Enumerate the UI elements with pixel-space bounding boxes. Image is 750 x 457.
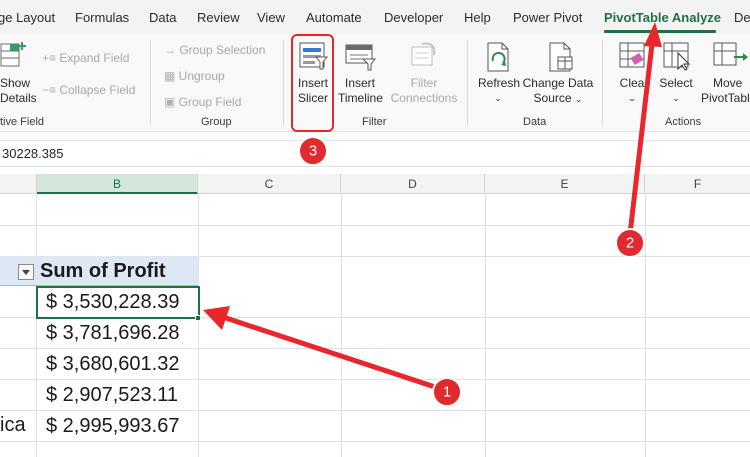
ribbon-separator (283, 40, 284, 126)
expand-field-button[interactable]: +≡ Expand Field (42, 51, 129, 65)
group-label-group: Group (201, 116, 232, 128)
chevron-down-icon: ⌄ (628, 93, 636, 103)
worksheet-grid[interactable]: B C D E F Sum of Profit $ 3,530,228.39 $… (0, 174, 750, 457)
tab-design[interactable]: De (734, 10, 750, 25)
active-cell-border (36, 286, 200, 319)
move-pivottable-icon[interactable] (712, 41, 750, 71)
arrow-right-icon: → (164, 43, 180, 57)
column-header-e[interactable]: E (485, 174, 645, 194)
move-pivottable-button[interactable]: Move PivotTabl (701, 76, 750, 106)
ribbon-separator (602, 40, 603, 126)
gridline (485, 194, 486, 457)
group-field-icon: ▣ (164, 95, 179, 109)
pivot-row-label[interactable]: ica (0, 410, 26, 441)
clear-button[interactable]: Clea ⌄ (616, 76, 648, 106)
select-button[interactable]: Select ⌄ (657, 76, 695, 106)
column-headers: B C D E F (0, 174, 750, 194)
formula-bar-value[interactable]: 30228.385 (2, 146, 63, 161)
gridline (341, 194, 342, 457)
tab-pivottable-analyze[interactable]: PivotTable Analyze (604, 10, 721, 25)
insert-timeline-button[interactable]: Insert Timeline (338, 76, 383, 106)
pivot-value-cell[interactable]: $ 2,907,523.11 (37, 380, 198, 411)
ribbon-panel: Show Details +≡ Expand Field −≡ Collapse… (0, 34, 750, 132)
gridline (645, 194, 646, 457)
pivot-value-cell[interactable]: $ 2,995,993.67 (37, 411, 198, 442)
fill-handle[interactable] (195, 315, 201, 321)
tab-help[interactable]: Help (464, 10, 491, 25)
change-data-source-icon[interactable] (546, 41, 576, 73)
gridline (198, 194, 199, 457)
filter-connections-button[interactable]: Filter Connections (390, 76, 458, 106)
column-header-c[interactable]: C (198, 174, 341, 194)
show-details-icon[interactable] (0, 40, 28, 72)
collapse-field-button[interactable]: −≡ Collapse Field (42, 83, 135, 97)
group-selection-button[interactable]: → Group Selection (164, 43, 265, 57)
tab-view[interactable]: View (257, 10, 285, 25)
filter-connections-icon[interactable] (408, 41, 440, 71)
formula-bar[interactable]: 30228.385 (0, 140, 750, 167)
select-icon[interactable] (662, 41, 692, 71)
tab-developer[interactable]: Developer (384, 10, 443, 25)
tab-data[interactable]: Data (149, 10, 176, 25)
column-header-f[interactable]: F (645, 174, 750, 194)
ribbon-separator (150, 40, 151, 126)
chevron-down-icon: ⌄ (574, 94, 583, 104)
ungroup-button[interactable]: ▦ Ungroup (164, 69, 225, 83)
pivot-value-cell[interactable]: $ 3,680,601.32 (37, 349, 198, 380)
tab-formulas[interactable]: Formulas (75, 10, 129, 25)
expand-field-icon: +≡ (42, 51, 60, 65)
group-field-button[interactable]: ▣ Group Field (164, 95, 241, 109)
chevron-down-icon: ⌄ (672, 93, 680, 103)
clear-icon[interactable] (618, 41, 648, 71)
ungroup-icon: ▦ (164, 69, 179, 83)
group-label-filter: Filter (362, 116, 387, 128)
insert-slicer-highlight (291, 34, 334, 132)
show-details-button[interactable]: Show Details (0, 76, 37, 106)
ribbon-tab-bar: ge Layout Formulas Data Review View Auto… (0, 0, 750, 34)
chevron-down-icon: ⌄ (494, 93, 502, 103)
column-header-b[interactable]: B (37, 174, 198, 194)
active-tab-indicator (604, 30, 716, 33)
insert-timeline-icon[interactable] (344, 41, 376, 71)
pivot-value-cell[interactable]: $ 3,781,696.28 (37, 318, 198, 349)
group-label-active-field: tive Field (0, 116, 45, 128)
group-label-actions: Actions (665, 116, 702, 128)
collapse-field-icon: −≡ (42, 83, 60, 97)
pivot-value-header[interactable]: Sum of Profit (40, 260, 166, 283)
column-header-d[interactable]: D (341, 174, 485, 194)
tab-page-layout[interactable]: ge Layout (0, 10, 55, 25)
tab-review[interactable]: Review (197, 10, 240, 25)
refresh-icon[interactable] (484, 41, 512, 73)
column-header-a[interactable] (0, 174, 37, 194)
refresh-button[interactable]: Refresh ⌄ (478, 76, 520, 106)
gridline (0, 225, 750, 226)
filter-dropdown-icon[interactable] (18, 264, 34, 280)
group-label-data: Data (523, 116, 547, 128)
tab-power-pivot[interactable]: Power Pivot (513, 10, 582, 25)
ribbon-separator (467, 40, 468, 126)
tab-automate[interactable]: Automate (306, 10, 362, 25)
change-data-source-button[interactable]: Change Data Source ⌄ (522, 76, 594, 107)
pivot-header-row: Sum of Profit (0, 256, 198, 286)
